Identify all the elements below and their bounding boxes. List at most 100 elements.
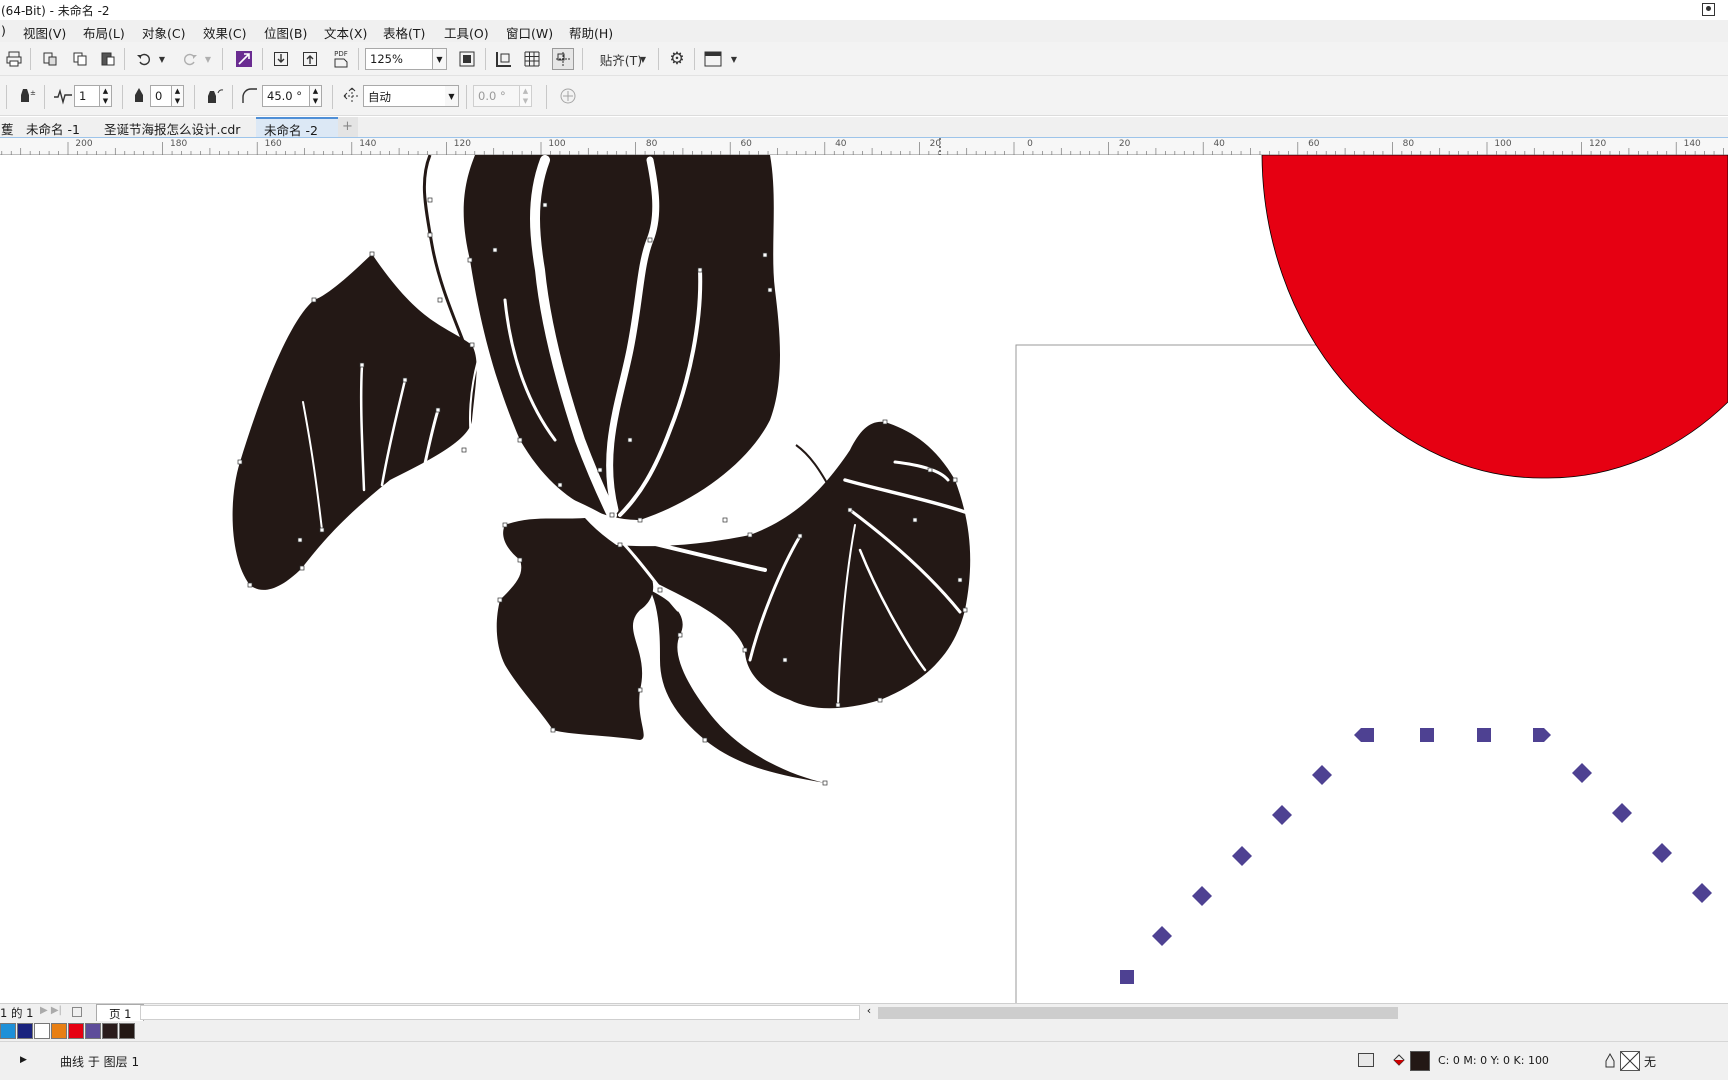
- palette-swatch[interactable]: [85, 1023, 101, 1039]
- export-icon[interactable]: [300, 49, 320, 69]
- status-expand-icon[interactable]: ▶: [20, 1055, 27, 1065]
- redo-dropdown-icon[interactable]: ▼: [203, 52, 213, 66]
- horizontal-ruler[interactable]: 200 180 160 140 120 100 80 60 40 20 0 20 40 60 80 100 12…: [0, 137, 1728, 155]
- menu-item-table[interactable]: 表格(T): [383, 23, 425, 42]
- import-icon[interactable]: [271, 49, 291, 69]
- show-guidelines-icon[interactable]: [552, 48, 574, 70]
- curve-node: [427, 197, 433, 203]
- menu-item-tools[interactable]: 工具(O): [444, 23, 489, 42]
- rotation-input[interactable]: 0.0 °: [473, 85, 520, 107]
- scroll-left-icon[interactable]: ‹: [862, 1004, 876, 1021]
- curve-node: [497, 597, 503, 603]
- menu-item-layout[interactable]: 布局(L): [83, 23, 125, 42]
- undo-dropdown-icon[interactable]: ▼: [157, 52, 167, 66]
- tab-christmas-poster[interactable]: 圣诞节海报怎么设计.cdr: [96, 117, 248, 137]
- outline-pen-status-icon[interactable]: [1604, 1052, 1618, 1069]
- palette-swatch[interactable]: [68, 1023, 84, 1039]
- toolbar-separator: [694, 48, 695, 70]
- palette-swatch[interactable]: [102, 1023, 118, 1039]
- angle-stepper[interactable]: ▲ ▼: [310, 85, 322, 107]
- palette-swatch[interactable]: [0, 1023, 16, 1039]
- curve-node: [617, 542, 623, 548]
- paste-icon[interactable]: [98, 49, 118, 69]
- drawing-canvas[interactable]: [0, 155, 1728, 1003]
- angle-input[interactable]: 45.0 °: [262, 85, 310, 107]
- page-nav-arrows-icon[interactable]: ▶ ▶|: [40, 1005, 62, 1016]
- outline-none-swatch-icon[interactable]: [1620, 1051, 1640, 1071]
- red-ellipse-shape[interactable]: [1261, 155, 1728, 479]
- zoom-dropdown-icon[interactable]: ▼: [433, 48, 447, 70]
- curve-node: [467, 257, 473, 263]
- smoothness-stepper[interactable]: ▲ ▼: [100, 85, 112, 107]
- menu-item-view[interactable]: 视图(V): [23, 23, 66, 42]
- curve-node: [299, 565, 305, 571]
- menu-item-help[interactable]: 帮助(H): [569, 23, 613, 42]
- ruler-label: 120: [453, 139, 471, 149]
- curve-smoothness-input[interactable]: 1: [74, 85, 100, 107]
- gear-icon[interactable]: ⚙: [667, 49, 687, 69]
- ruler-label: 100: [1494, 139, 1512, 149]
- fill-bucket-icon[interactable]: [1392, 1053, 1406, 1067]
- tab-untitled-1[interactable]: 未命名 -1: [18, 117, 88, 137]
- curve-node: [647, 237, 653, 243]
- user-icon[interactable]: [1702, 3, 1715, 16]
- color-proof-icon[interactable]: [1358, 1053, 1374, 1067]
- node-type-icon[interactable]: ±: [16, 85, 38, 107]
- publish-pdf-icon[interactable]: PDF: [330, 48, 352, 70]
- ruler-label: 40: [1213, 139, 1225, 149]
- snap-dropdown-icon[interactable]: ▼: [638, 52, 648, 66]
- launcher-dropdown-icon[interactable]: ▼: [729, 52, 739, 66]
- menu-item-effects[interactable]: 效果(C): [203, 23, 246, 42]
- transform-mode-icon[interactable]: [342, 85, 362, 107]
- menu-item-object[interactable]: 对象(C): [142, 23, 185, 42]
- print-icon[interactable]: [4, 49, 24, 69]
- purple-square-marker: [1420, 728, 1434, 742]
- palette-swatch[interactable]: [119, 1023, 135, 1039]
- outline-info: 无: [1644, 1055, 1657, 1069]
- elastic-mode-icon[interactable]: [240, 85, 260, 107]
- add-page-icon[interactable]: [72, 1007, 82, 1017]
- auto-mode-dropdown-icon[interactable]: ▼: [445, 85, 459, 107]
- rotation-stepper[interactable]: ▲ ▼: [520, 85, 532, 107]
- purple-diamond-marker: [1312, 765, 1332, 785]
- purple-diamond-path[interactable]: [1120, 728, 1712, 984]
- palette-swatch[interactable]: [51, 1023, 67, 1039]
- horizontal-scrollbar-thumb[interactable]: [878, 1007, 1398, 1019]
- menu-item-text[interactable]: 文本(X): [324, 23, 367, 42]
- curve-node: [435, 407, 441, 413]
- application-launcher-icon[interactable]: [703, 49, 723, 69]
- add-node-icon[interactable]: [557, 85, 579, 107]
- reflect-nodes-icon[interactable]: [204, 85, 226, 107]
- search-content-icon[interactable]: [234, 49, 254, 69]
- fullscreen-icon[interactable]: [457, 49, 477, 69]
- auto-mode-select[interactable]: 自动: [363, 85, 447, 107]
- curve-node: [782, 657, 788, 663]
- undo-icon[interactable]: [134, 49, 154, 69]
- cut-icon[interactable]: [40, 49, 60, 69]
- selection-info: 曲线 于 图层 1: [60, 1055, 140, 1069]
- redo-icon[interactable]: [180, 49, 200, 69]
- palette-swatch[interactable]: [17, 1023, 33, 1039]
- curve-node: [822, 780, 828, 786]
- show-grid-icon[interactable]: [522, 49, 542, 69]
- fill-color-swatch[interactable]: [1410, 1051, 1430, 1071]
- outline-width-input[interactable]: 0: [150, 85, 172, 107]
- zoom-level-input[interactable]: 125%: [365, 48, 433, 70]
- palette-swatch[interactable]: [34, 1023, 50, 1039]
- outline-width-stepper[interactable]: ▲ ▼: [172, 85, 184, 107]
- ruler-ticks: [1, 138, 1724, 155]
- curve-node: [722, 517, 728, 523]
- copy-icon[interactable]: [70, 49, 90, 69]
- menu-item-bitmap[interactable]: 位图(B): [264, 23, 307, 42]
- show-rulers-icon[interactable]: [494, 49, 514, 69]
- new-tab-plus-icon[interactable]: +: [338, 117, 358, 137]
- outline-pen-icon[interactable]: [130, 85, 148, 107]
- tab-untitled-2[interactable]: 未命名 -2: [256, 117, 338, 138]
- menu-item-file-fragment[interactable]: ): [1, 23, 6, 38]
- curve-node: [847, 507, 853, 513]
- toolbar-separator: [194, 85, 195, 109]
- page-tab-1[interactable]: 页 1: [96, 1004, 145, 1021]
- curve-smoothness-icon[interactable]: [52, 85, 74, 107]
- menu-item-window[interactable]: 窗口(W): [506, 23, 553, 42]
- curve-node: [882, 419, 888, 425]
